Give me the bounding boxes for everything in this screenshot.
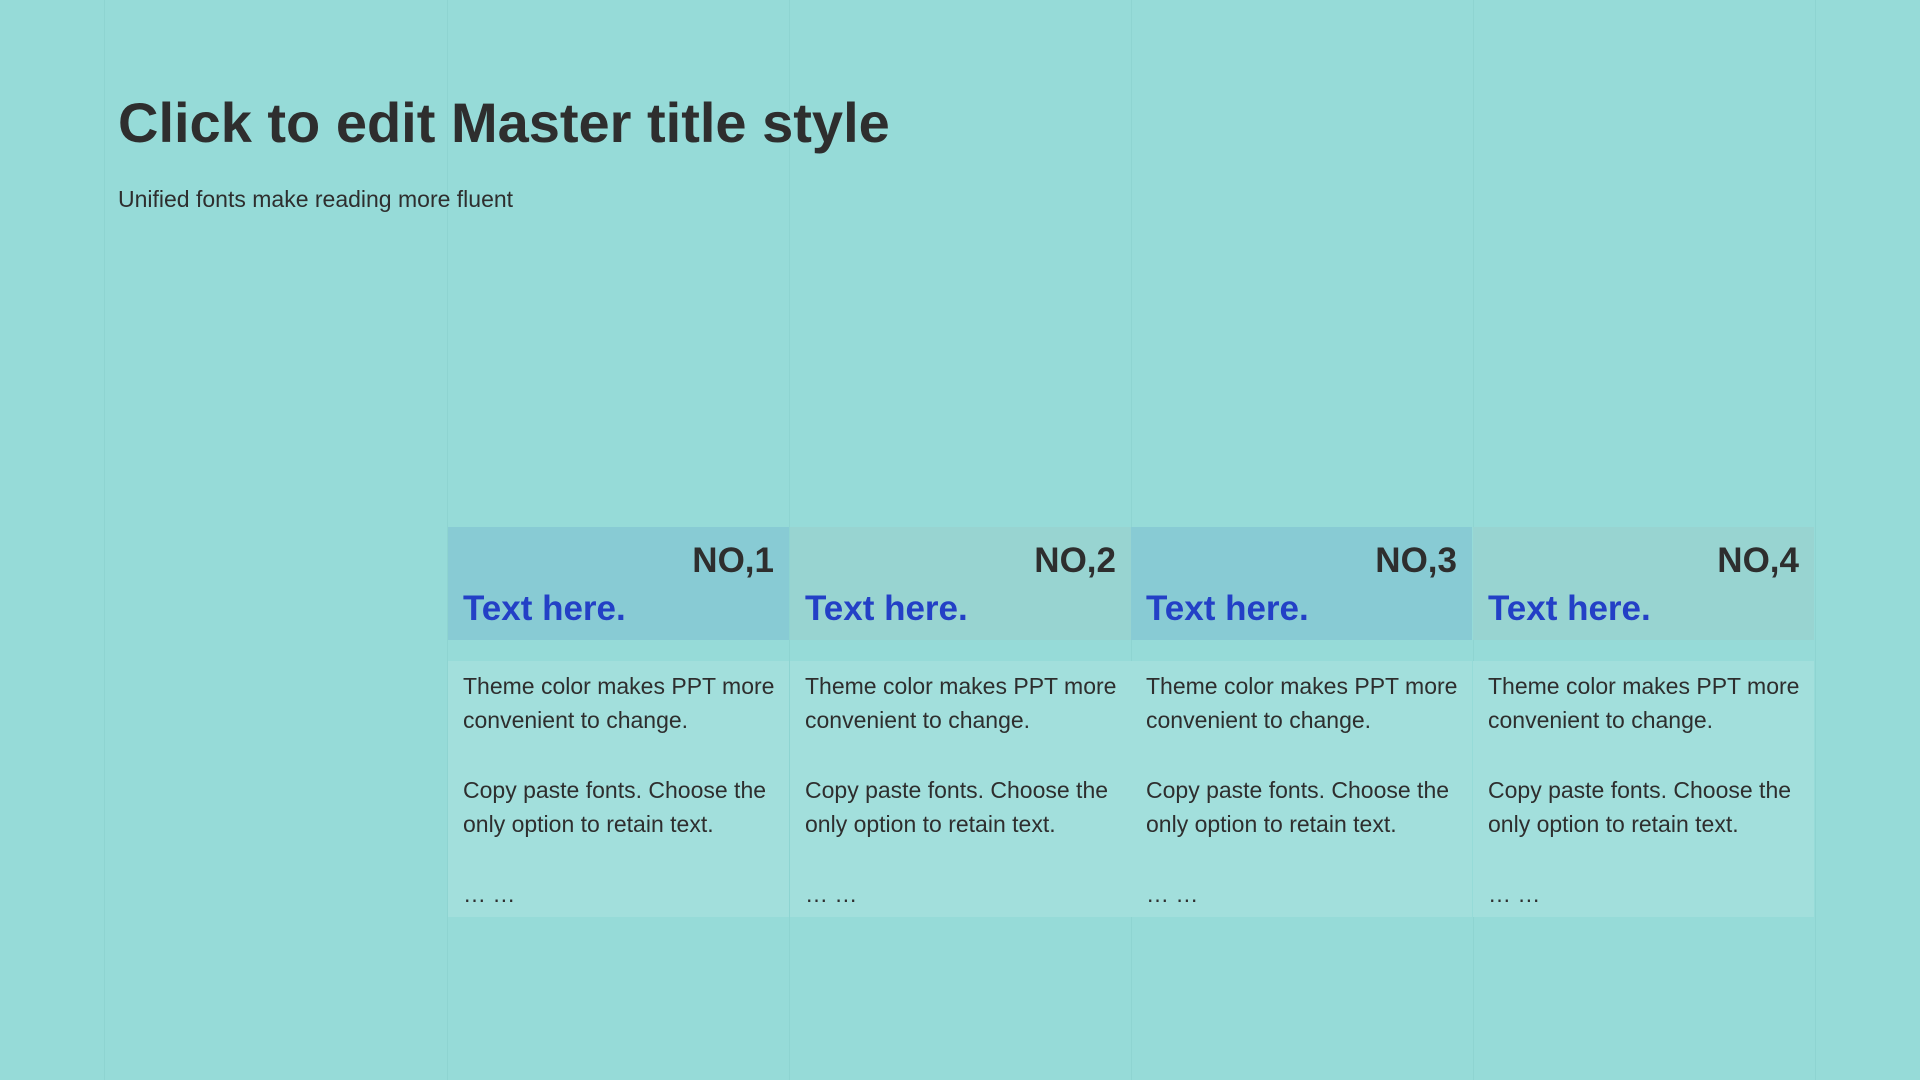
guide-line: [104, 0, 105, 1080]
card-ellipsis[interactable]: … …: [1488, 881, 1540, 908]
card-heading[interactable]: Text here.: [1488, 589, 1651, 629]
card-body: Theme color makes PPT more convenient to…: [1131, 661, 1472, 917]
card-ellipsis[interactable]: … …: [805, 881, 857, 908]
guide-line: [1815, 0, 1816, 1080]
slide-title[interactable]: Click to edit Master title style: [118, 90, 890, 155]
slide-canvas: Click to edit Master title style Unified…: [0, 0, 1920, 1080]
card-paragraph[interactable]: Theme color makes PPT more convenient to…: [463, 669, 783, 737]
card-paragraph[interactable]: Copy paste fonts. Choose the only option…: [1488, 773, 1808, 841]
card-paragraph[interactable]: Theme color makes PPT more convenient to…: [1488, 669, 1808, 737]
card-number[interactable]: NO,2: [1034, 541, 1116, 581]
card-number[interactable]: NO,1: [692, 541, 774, 581]
card-ellipsis[interactable]: … …: [463, 881, 515, 908]
card-2: NO,2 Text here. Theme color makes PPT mo…: [790, 527, 1131, 917]
card-row: NO,1 Text here. Theme color makes PPT mo…: [448, 527, 1814, 917]
card-paragraph[interactable]: Copy paste fonts. Choose the only option…: [463, 773, 783, 841]
card-paragraph[interactable]: Copy paste fonts. Choose the only option…: [1146, 773, 1466, 841]
card-body: Theme color makes PPT more convenient to…: [790, 661, 1131, 917]
card-body: Theme color makes PPT more convenient to…: [1473, 661, 1814, 917]
card-paragraph[interactable]: Copy paste fonts. Choose the only option…: [805, 773, 1125, 841]
card-heading[interactable]: Text here.: [805, 589, 968, 629]
card-heading[interactable]: Text here.: [463, 589, 626, 629]
card-header: NO,2 Text here.: [790, 527, 1131, 640]
card-ellipsis[interactable]: … …: [1146, 881, 1198, 908]
card-number[interactable]: NO,3: [1375, 541, 1457, 581]
card-1: NO,1 Text here. Theme color makes PPT mo…: [448, 527, 789, 917]
card-header: NO,4 Text here.: [1473, 527, 1814, 640]
slide-subtitle[interactable]: Unified fonts make reading more fluent: [118, 186, 513, 213]
card-header: NO,1 Text here.: [448, 527, 789, 640]
card-number[interactable]: NO,4: [1717, 541, 1799, 581]
card-heading[interactable]: Text here.: [1146, 589, 1309, 629]
card-4: NO,4 Text here. Theme color makes PPT mo…: [1473, 527, 1814, 917]
card-3: NO,3 Text here. Theme color makes PPT mo…: [1131, 527, 1472, 917]
card-paragraph[interactable]: Theme color makes PPT more convenient to…: [805, 669, 1125, 737]
card-paragraph[interactable]: Theme color makes PPT more convenient to…: [1146, 669, 1466, 737]
card-body: Theme color makes PPT more convenient to…: [448, 661, 789, 917]
card-header: NO,3 Text here.: [1131, 527, 1472, 640]
